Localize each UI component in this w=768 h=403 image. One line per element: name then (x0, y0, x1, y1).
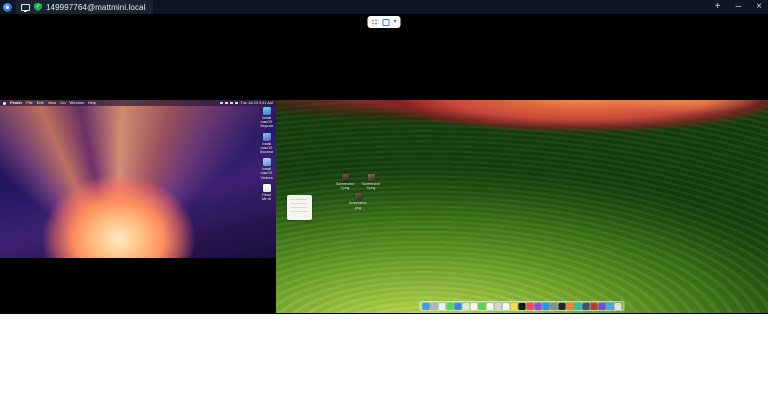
dock-app-icon[interactable] (478, 302, 486, 310)
dock-app-icon[interactable] (462, 302, 470, 310)
image-file-icon (354, 193, 362, 201)
dock-app-icon[interactable] (558, 302, 566, 310)
menu-item[interactable]: View (48, 100, 57, 106)
file-label: Install macOS Sonoma (259, 141, 274, 154)
menu-status-icon[interactable] (235, 101, 239, 105)
file-label: Install macOS Ventura (260, 167, 273, 180)
dock-app-icon[interactable] (510, 302, 518, 310)
desktop-icon[interactable]: Screenshot.png (348, 193, 368, 210)
remote-display-1[interactable]: Finder File Edit View Go Window Help Tue Jul 2… (0, 100, 276, 258)
file-label: Screenshot.png (348, 201, 368, 210)
file-icon (262, 107, 271, 115)
dock-app-icon[interactable] (614, 302, 622, 310)
image-file-icon (341, 174, 349, 181)
desktop-icons-column: Install macOS Sequoia Install macOS Sono… (258, 107, 275, 201)
menu-status-icon[interactable] (220, 101, 224, 105)
secure-connection-shield-icon: ✓ (34, 2, 42, 12)
dock-app-icon[interactable] (534, 302, 542, 310)
apple-menu-icon[interactable] (3, 101, 6, 105)
file-icon (262, 183, 271, 192)
file-label: Read Me.rtf (262, 192, 271, 201)
menu-item[interactable]: Finder (10, 100, 22, 106)
dock-app-icon[interactable] (606, 302, 614, 310)
sequoia-wallpaper (0, 100, 276, 258)
dock-app-icon[interactable] (574, 302, 582, 310)
remote-display-2[interactable]: Screenshot 2.png Screenshot 3.png Screen… (276, 100, 768, 313)
file-label: Screenshot 2.png (336, 182, 354, 191)
desktop-icon[interactable]: Install macOS Sonoma (258, 132, 275, 155)
menu-item[interactable]: Edit (37, 100, 44, 106)
desktop-icon[interactable]: Screenshot 3.png (361, 174, 381, 190)
dock-app-icon[interactable] (582, 302, 590, 310)
macos-menu-bar: Finder File Edit View Go Window Help Tue Jul 2… (0, 100, 276, 106)
menu-item[interactable]: Window (70, 100, 84, 106)
dock-app-icon[interactable] (454, 302, 462, 310)
minimize-button[interactable]: – (736, 2, 742, 12)
menu-status-icon[interactable] (225, 101, 229, 105)
dock-app-icon[interactable] (526, 302, 534, 310)
dock-app-icon[interactable] (470, 302, 478, 310)
image-file-icon (367, 174, 375, 181)
dock-app-icon[interactable] (446, 302, 454, 310)
desktop-icon[interactable]: Install macOS Ventura (258, 158, 275, 180)
dock-app-icon[interactable] (486, 302, 494, 310)
sticky-note-widget[interactable] (287, 195, 312, 220)
remote-desktop-window: ✓ 149997764@mattmini.local + – × ▾ Finde… (0, 0, 768, 403)
session-tab[interactable]: ✓ 149997764@mattmini.local (16, 0, 154, 14)
chevron-down-icon[interactable]: ▾ (393, 19, 396, 25)
fullscreen-icon[interactable] (382, 18, 390, 26)
dock-app-icon[interactable] (430, 302, 438, 310)
file-label: Screenshot 3.png (362, 182, 380, 191)
titlebar-left: ✓ 149997764@mattmini.local (3, 0, 154, 14)
dock-app-icon[interactable] (542, 302, 550, 310)
menu-items: Finder File Edit View Go Window Help (3, 100, 96, 106)
dock-app-icon[interactable] (494, 302, 502, 310)
file-icon (262, 132, 271, 141)
menu-status-icon[interactable] (230, 101, 234, 105)
desktop-icons-cluster: Screenshot 2.png Screenshot 3.png Screen… (334, 174, 382, 210)
remote-session-canvas: ▾ Finder File Edit View Go Window Help Tue Jul… (0, 14, 768, 314)
dock-app-icon[interactable] (598, 302, 606, 310)
dock-app-icon[interactable] (550, 302, 558, 310)
titlebar: ✓ 149997764@mattmini.local + – × (0, 0, 768, 14)
dock-app-icon[interactable] (502, 302, 510, 310)
dock-app-icon[interactable] (590, 302, 598, 310)
session-title: 149997764@mattmini.local (46, 2, 146, 12)
dock-app-icon[interactable] (518, 302, 526, 310)
window-controls: + – × (715, 2, 762, 12)
dock (419, 301, 625, 311)
menu-clock[interactable]: Tue Jul 23 9:41 AM (240, 100, 273, 106)
dock-app-icon[interactable] (566, 302, 574, 310)
drag-handle-icon[interactable] (371, 18, 379, 26)
desktop-icon[interactable]: Install macOS Sequoia (258, 107, 275, 129)
dock-app-icon[interactable] (422, 302, 430, 310)
menu-item[interactable]: Help (88, 100, 96, 106)
file-icon (262, 158, 271, 167)
dock-icon-row (422, 302, 622, 310)
desktop-icon[interactable]: Read Me.rtf (258, 183, 275, 201)
file-label: Install macOS Sequoia (260, 116, 273, 129)
menu-status-area: Tue Jul 23 9:41 AM (220, 100, 273, 106)
new-connection-button[interactable]: + (715, 2, 721, 12)
session-toolbar[interactable]: ▾ (367, 16, 401, 28)
monitor-icon (21, 3, 30, 12)
dock-app-icon[interactable] (438, 302, 446, 310)
menu-item[interactable]: File (26, 100, 32, 106)
app-logo-icon (3, 2, 12, 12)
close-button[interactable]: × (756, 2, 762, 12)
menu-item[interactable]: Go (60, 100, 65, 106)
desktop-icon[interactable]: Screenshot 2.png (335, 174, 355, 190)
